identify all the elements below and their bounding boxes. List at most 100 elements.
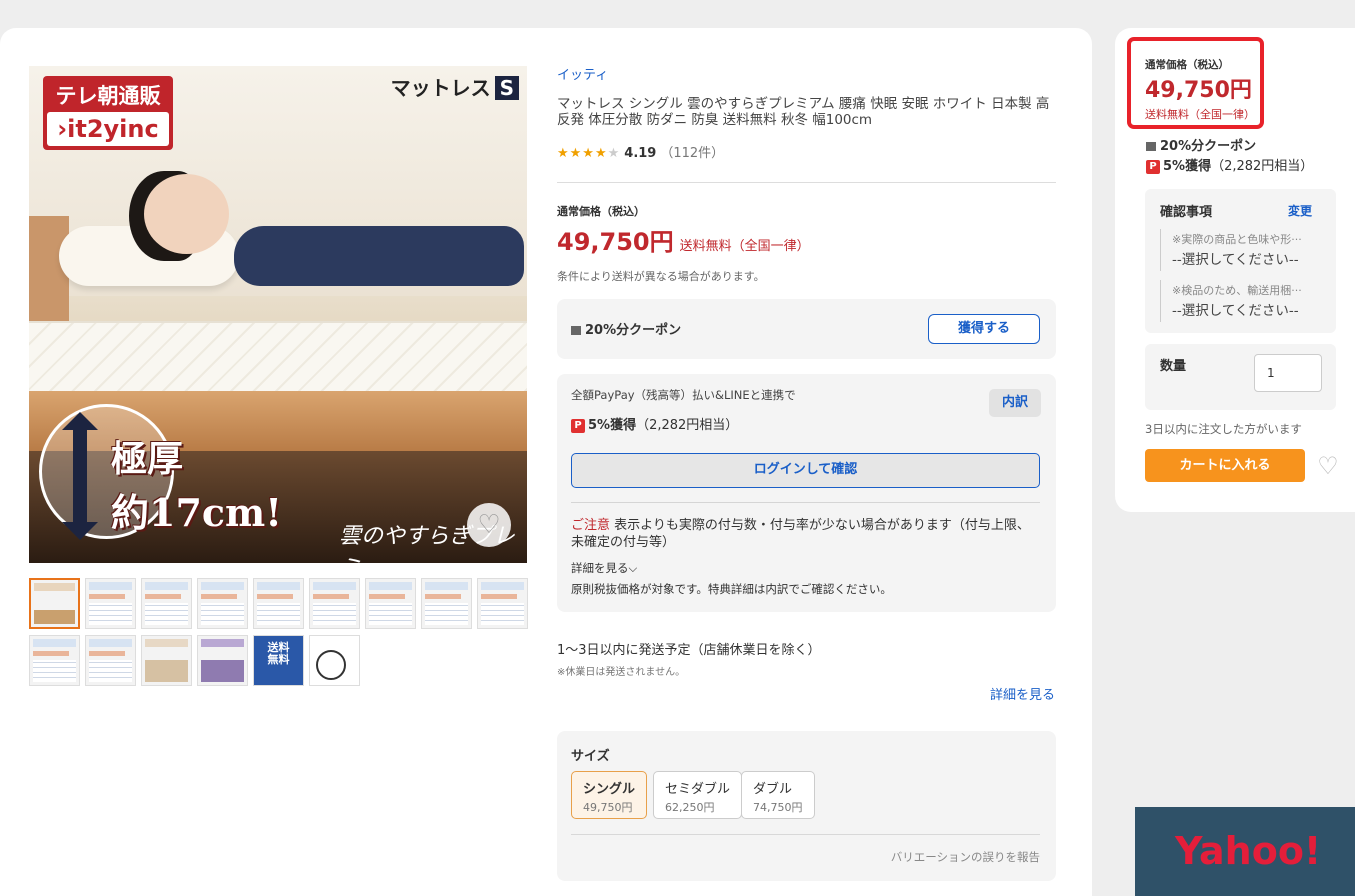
paypay-box: 全額PayPay（残高等）払い&LINEと連携で 内訳 P 5%獲得（2,282円… [557, 374, 1056, 612]
thumb-art [145, 603, 188, 625]
paypay-notice: ご注意 表示よりも実際の付与数・付与率が少ない場合があります（付与上限、未確定の… [571, 517, 1041, 551]
image-favorite-button[interactable]: ♡ [467, 503, 511, 547]
size-option-semi-double[interactable]: セミダブル 62,250円 [653, 771, 743, 819]
product-rating[interactable]: ★★★★★ 4.19 （112件） [557, 142, 724, 161]
size-option-double[interactable]: ダブル 74,750円 [741, 771, 815, 819]
notice-label: ご注意 [571, 518, 611, 533]
coupon-label: 20%分クーポン [571, 319, 681, 338]
paypay-icon: P [571, 418, 585, 433]
thickness-line2: 約17cm! [111, 490, 282, 535]
divider [557, 182, 1056, 183]
thumbnail[interactable] [29, 635, 80, 686]
ticket-icon [571, 326, 581, 335]
thumb-art [481, 603, 524, 625]
thumbnail[interactable] [85, 578, 136, 629]
thumb-art [201, 594, 237, 599]
report-variation-link[interactable]: バリエーションの誤りを報告 [891, 849, 1040, 865]
thumb-art [33, 660, 76, 682]
heart-icon: ♡ [1317, 452, 1339, 480]
breakdown-button[interactable]: 内訳 [989, 389, 1041, 417]
shop-name-link[interactable]: イッティ [557, 64, 608, 83]
divider [1160, 229, 1161, 271]
truck-icon: 送料 無料 [267, 641, 290, 666]
thumbnail[interactable] [141, 578, 192, 629]
thumbnail[interactable] [309, 578, 360, 629]
quantity-box: 数量 1 [1145, 344, 1336, 410]
product-title: マットレス シングル 雲のやすらぎプレミアム 腰痛 快眠 安眠 ホワイト 日本製… [557, 96, 1050, 128]
thumbnail[interactable] [197, 578, 248, 629]
thumb-art [34, 610, 75, 624]
review-count: （112件） [660, 146, 725, 161]
size-title: サイズ [571, 749, 610, 764]
thumb-art [257, 582, 300, 590]
thumb-art [89, 603, 132, 625]
confirm-item-select[interactable]: --選択してください-- [1172, 248, 1299, 268]
sidebar-earn-amount: （2,282円相当） [1211, 159, 1314, 174]
thumbnail-free-shipping[interactable]: 送料 無料 [253, 635, 304, 686]
coupon-box: 20%分クーポン 獲得する [557, 299, 1056, 359]
thumb-art [481, 594, 517, 599]
confirm-item-select[interactable]: --選択してください-- [1172, 299, 1299, 319]
delivery-estimate: 1〜3日以内に発送予定（店舗休業日を除く） [557, 643, 821, 658]
thumb-art [313, 594, 349, 599]
recent-order-note: 3日以内に注文した方がいます [1145, 422, 1302, 436]
divider [571, 502, 1040, 503]
add-to-cart-button[interactable]: カートに入れる [1145, 449, 1305, 482]
thumbnail[interactable] [365, 578, 416, 629]
favorite-button[interactable]: ♡ [1313, 451, 1343, 481]
sidebar-price: 49,750円 [1145, 78, 1252, 103]
sidebar-price-label: 通常価格（税込） [1145, 59, 1229, 71]
thumb-art [145, 582, 188, 590]
rating-score: 4.19 [624, 146, 657, 161]
confirm-item-note: ※実際の商品と色味や形··· [1172, 233, 1302, 246]
confirm-items-box: 確認事項 変更 ※実際の商品と色味や形··· --選択してください-- ※検品の… [1145, 189, 1336, 333]
login-confirm-button[interactable]: ログインして確認 [571, 453, 1040, 488]
change-link[interactable]: 変更 [1288, 202, 1312, 219]
tv-shopping-badge: テレ朝通販 ›it2yinc [43, 76, 173, 150]
size-option-name: ダブル [753, 782, 793, 797]
price-amount: 49,750円 [557, 228, 674, 256]
thumb-art [369, 603, 412, 625]
thumbnail[interactable] [29, 578, 80, 629]
thumbnail[interactable] [141, 635, 192, 686]
thumbnail[interactable] [197, 635, 248, 686]
clock-icon [316, 650, 346, 680]
thumb-art [313, 582, 356, 590]
confirm-title: 確認事項 [1160, 205, 1213, 220]
thumb-art [201, 639, 244, 647]
ticket-icon [1146, 142, 1156, 151]
thumb-art [89, 660, 132, 682]
size-option-price: 74,750円 [753, 801, 803, 814]
thumb-art [145, 594, 181, 599]
price-row: 49,750円 送料無料（全国一律） [557, 222, 810, 257]
thumbnail[interactable] [421, 578, 472, 629]
size-selector: サイズ シングル 49,750円 セミダブル 62,250円 ダブル 74,750円 … [557, 731, 1056, 881]
thumbnail[interactable] [253, 578, 304, 629]
yahoo-logo: Yahoo! [1175, 829, 1322, 873]
paypay-earn: P 5%獲得（2,282円相当） [571, 414, 738, 433]
stars-filled: ★★★★ [557, 146, 608, 161]
yahoo-watermark: Yahoo! [1135, 807, 1355, 896]
tv-channel-text: テレ朝通販 [55, 84, 161, 108]
thumb-art [33, 651, 69, 656]
get-coupon-button[interactable]: 獲得する [928, 314, 1040, 344]
thumb-art [257, 594, 293, 599]
thickness-caption: 極厚 約17cm! [111, 430, 282, 537]
thumb-art [89, 639, 132, 647]
divider [1160, 280, 1161, 322]
thumb-art [201, 582, 244, 590]
quantity-input[interactable]: 1 [1254, 354, 1322, 392]
thumbnail[interactable] [477, 578, 528, 629]
thumbnail[interactable] [85, 635, 136, 686]
thumb-art [89, 594, 125, 599]
main-product-image[interactable]: テレ朝通販 ›it2yinc マットレスS 極厚 約17cm! 雲のやすらぎプレ… [29, 66, 527, 563]
delivery-detail-link[interactable]: 詳細を見る [990, 684, 1055, 703]
size-option-single[interactable]: シングル 49,750円 [571, 771, 648, 819]
see-more-link[interactable]: 詳細を見る⌵ [571, 560, 637, 576]
thumbnail-delivery-time[interactable] [309, 635, 360, 686]
thickness-arrow-icon [62, 412, 98, 540]
sidebar-shipping: 送料無料（全国一律） [1145, 108, 1255, 121]
size-option-name: セミダブル [665, 782, 731, 797]
size-option-price: 62,250円 [665, 801, 715, 814]
coupon-text: 20%分クーポン [585, 323, 682, 338]
